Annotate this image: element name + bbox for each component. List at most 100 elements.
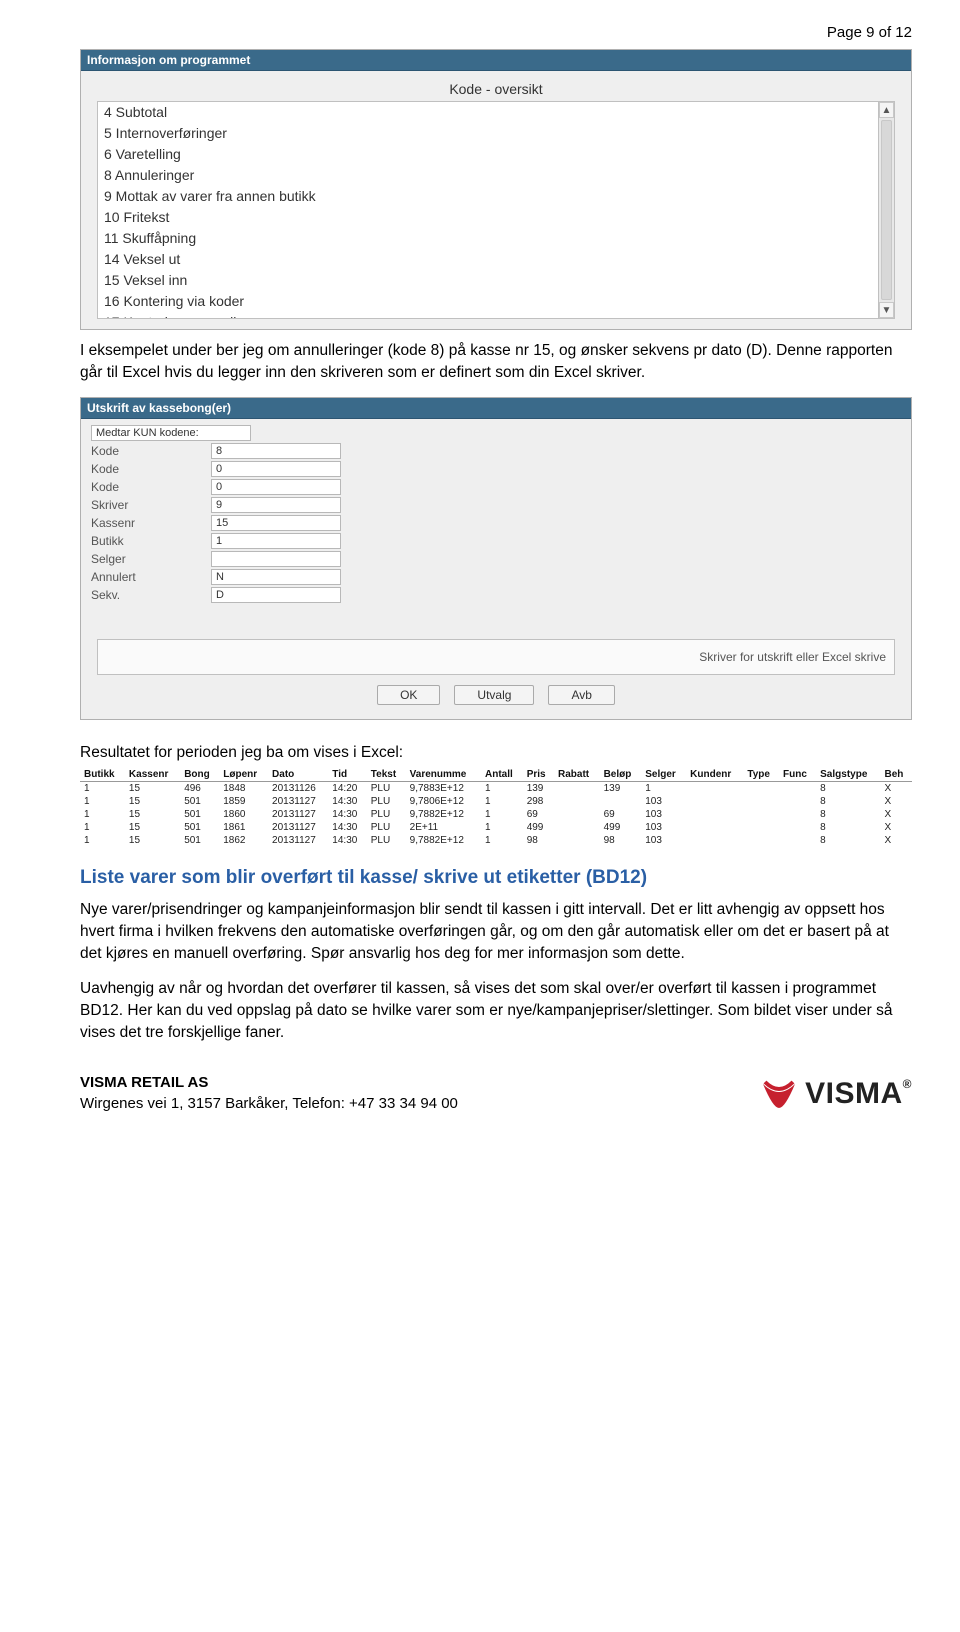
visma-wordmark: VISMA® xyxy=(805,1077,912,1111)
table-header: Kundenr xyxy=(686,768,743,782)
field-value[interactable]: 8 xyxy=(211,443,341,459)
field-value[interactable]: N xyxy=(211,569,341,585)
paragraph-bd12-1: Nye varer/prisendringer og kampanjeinfor… xyxy=(80,899,912,964)
table-cell: 1848 xyxy=(219,782,268,796)
table-cell: 20131127 xyxy=(268,795,328,808)
table-cell: X xyxy=(880,782,912,796)
table-cell: 69 xyxy=(600,808,642,821)
table-cell: 20131127 xyxy=(268,821,328,834)
table-cell: 1 xyxy=(481,782,523,796)
table-cell xyxy=(686,795,743,808)
table-cell xyxy=(686,808,743,821)
table-header: Antall xyxy=(481,768,523,782)
table-cell: 103 xyxy=(641,834,686,847)
field-value[interactable]: 1 xyxy=(211,533,341,549)
table-cell: 499 xyxy=(523,821,554,834)
field-label: Sekv. xyxy=(91,588,201,602)
table-cell: 8 xyxy=(816,782,880,796)
table-cell xyxy=(554,782,600,796)
visma-logo: VISMA® xyxy=(759,1074,912,1114)
table-cell: 1 xyxy=(80,834,125,847)
printer-hint-text: Skriver for utskrift eller Excel skrive xyxy=(699,650,886,664)
table-cell: PLU xyxy=(367,821,406,834)
list-item[interactable]: 5 Internoverføringer xyxy=(104,123,888,144)
field-value[interactable]: 9 xyxy=(211,497,341,513)
field-value[interactable]: 0 xyxy=(211,461,341,477)
list-item[interactable]: 15 Veksel inn xyxy=(104,270,888,291)
table-cell: X xyxy=(880,795,912,808)
section-heading-bd12: Liste varer som blir overført til kasse/… xyxy=(80,867,912,889)
table-cell: 8 xyxy=(816,821,880,834)
page-number: Page 9 of 12 xyxy=(80,24,912,41)
table-header: Type xyxy=(743,768,779,782)
list-item[interactable]: 17 Kontering manuell xyxy=(104,312,888,319)
form-row: Butikk1 xyxy=(91,533,901,549)
table-row: 11550118602013112714:30PLU9,7882E+121696… xyxy=(80,808,912,821)
table-cell: 15 xyxy=(125,795,180,808)
field-value[interactable]: 0 xyxy=(211,479,341,495)
list-item[interactable]: 11 Skuffåpning xyxy=(104,228,888,249)
table-row: 11550118612013112714:30PLU2E+11149949910… xyxy=(80,821,912,834)
list-item[interactable]: 14 Veksel ut xyxy=(104,249,888,270)
table-cell: PLU xyxy=(367,795,406,808)
table-cell xyxy=(779,834,816,847)
table-cell: 499 xyxy=(600,821,642,834)
table-row: 11549618482013112614:20PLU9,7883E+121139… xyxy=(80,782,912,796)
scroll-down-icon[interactable]: ▼ xyxy=(879,302,894,318)
form-row: Kassenr15 xyxy=(91,515,901,531)
table-cell: X xyxy=(880,834,912,847)
field-value[interactable]: 15 xyxy=(211,515,341,531)
table-header: Dato xyxy=(268,768,328,782)
table-cell: 15 xyxy=(125,782,180,796)
table-row: 11550118592013112714:30PLU9,7806E+121298… xyxy=(80,795,912,808)
kode-listbox[interactable]: 4 Subtotal5 Internoverføringer6 Varetell… xyxy=(97,101,895,319)
list-item[interactable]: 8 Annuleringer xyxy=(104,165,888,186)
table-cell xyxy=(743,821,779,834)
field-label: Skriver xyxy=(91,498,201,512)
table-cell: 14:30 xyxy=(328,834,366,847)
table-cell: 15 xyxy=(125,834,180,847)
form-row: Sekv. D xyxy=(91,587,901,603)
table-cell: 496 xyxy=(180,782,219,796)
form-row: Selger xyxy=(91,551,901,567)
field-value[interactable]: D xyxy=(211,587,341,603)
table-cell: 1 xyxy=(80,821,125,834)
scroll-up-icon[interactable]: ▲ xyxy=(879,102,894,118)
field-label: Kode xyxy=(91,444,201,458)
list-item[interactable]: 4 Subtotal xyxy=(104,102,888,123)
table-cell xyxy=(743,782,779,796)
page-footer: VISMA RETAIL AS Wirgenes vei 1, 3157 Bar… xyxy=(80,1072,912,1114)
ok-button[interactable]: OK xyxy=(377,685,440,705)
table-cell xyxy=(554,795,600,808)
list-item[interactable]: 9 Mottak av varer fra annen butikk xyxy=(104,186,888,207)
table-cell: 139 xyxy=(600,782,642,796)
table-cell: 1861 xyxy=(219,821,268,834)
table-cell: 1 xyxy=(80,782,125,796)
scrollbar-vertical[interactable]: ▲ ▼ xyxy=(878,102,894,318)
result-label: Resultatet for perioden jeg ba om vises … xyxy=(80,744,912,762)
field-label: Kode xyxy=(91,462,201,476)
table-row: 11550118622013112714:30PLU9,7882E+121989… xyxy=(80,834,912,847)
table-cell: 501 xyxy=(180,795,219,808)
scroll-thumb[interactable] xyxy=(881,120,892,300)
table-header: Tekst xyxy=(367,768,406,782)
list-item[interactable]: 16 Kontering via koder xyxy=(104,291,888,312)
utvalg-button[interactable]: Utvalg xyxy=(454,685,534,705)
table-cell: 9,7882E+12 xyxy=(406,834,481,847)
table-cell xyxy=(779,782,816,796)
list-item[interactable]: 10 Fritekst xyxy=(104,207,888,228)
info-panel-title: Informasjon om programmet xyxy=(81,50,911,71)
table-cell: 1 xyxy=(80,795,125,808)
table-cell: 1 xyxy=(481,834,523,847)
table-cell: 14:20 xyxy=(328,782,366,796)
table-cell xyxy=(686,834,743,847)
table-cell: 1862 xyxy=(219,834,268,847)
list-item[interactable]: 6 Varetelling xyxy=(104,144,888,165)
field-value[interactable] xyxy=(211,551,341,567)
table-header: Beløp xyxy=(600,768,642,782)
avbryt-button[interactable]: Avb xyxy=(548,685,614,705)
top-filter-field[interactable]: Medtar KUN kodene: xyxy=(91,425,251,441)
table-cell: 9,7882E+12 xyxy=(406,808,481,821)
table-cell: 15 xyxy=(125,821,180,834)
table-cell: 103 xyxy=(641,808,686,821)
